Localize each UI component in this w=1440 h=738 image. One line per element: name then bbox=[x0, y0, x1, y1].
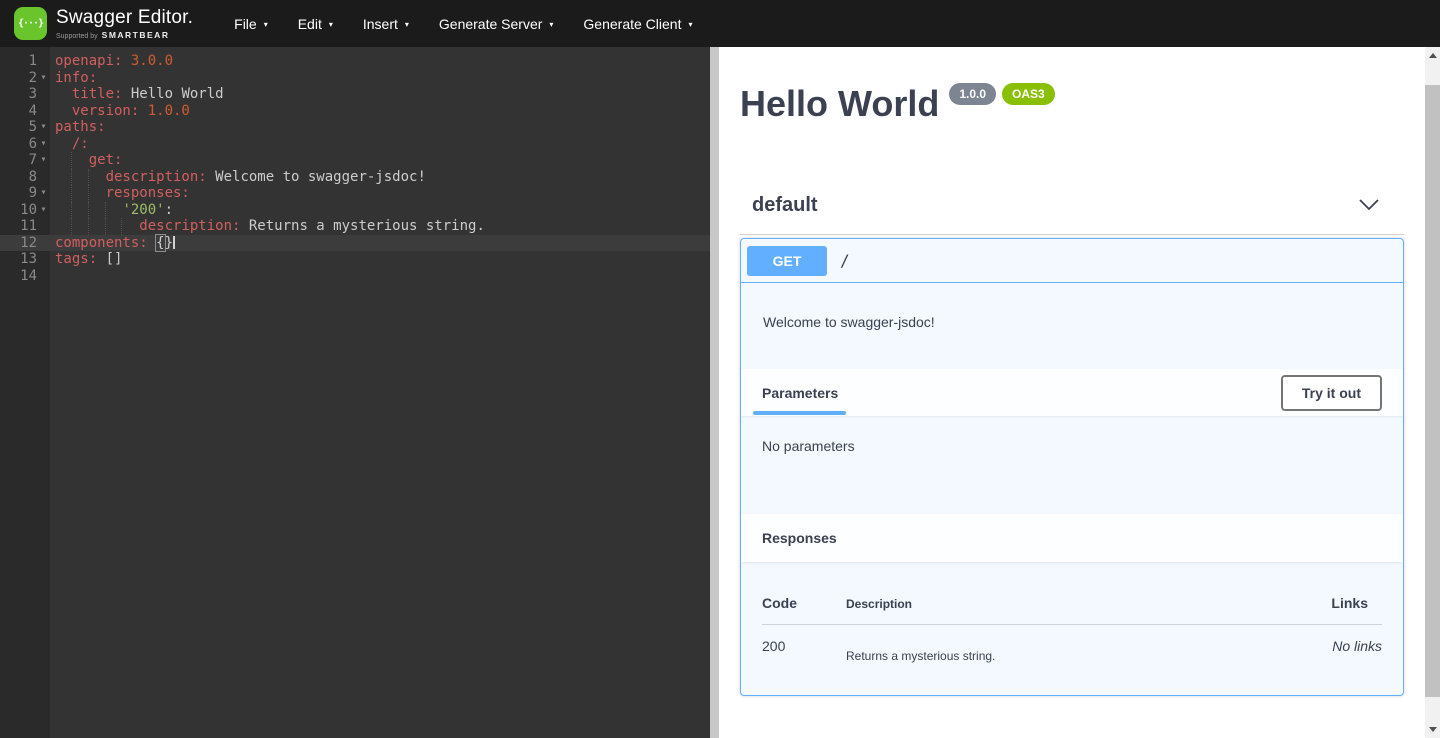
navbar: {···} Swagger Editor. Supported by SMART… bbox=[0, 0, 1440, 47]
preview-scrollbar[interactable] bbox=[1425, 47, 1440, 738]
chevron-down-icon[interactable] bbox=[1358, 198, 1380, 212]
code-line-11: 11 description: Returns a mysterious str… bbox=[0, 218, 710, 235]
operation-path: / bbox=[840, 251, 850, 270]
code-fold-icon[interactable]: ▾ bbox=[37, 185, 50, 202]
api-version-badge: 1.0.0 bbox=[949, 83, 996, 105]
responses-table-header: Code Description Links bbox=[762, 595, 1382, 611]
menu-label: Generate Server bbox=[439, 16, 543, 32]
gutter-line-number: 14 bbox=[0, 268, 50, 285]
code-line-10: 10▾ '200': bbox=[0, 202, 710, 219]
menu-label: Edit bbox=[298, 16, 322, 32]
gutter-line-number: 6▾ bbox=[0, 136, 50, 153]
response-description: Returns a mysterious string. bbox=[846, 625, 1252, 663]
menu-generate-client[interactable]: Generate Client ▾ bbox=[568, 0, 707, 47]
active-tab-underline bbox=[753, 411, 846, 415]
code-line-3: 3 title: Hello World bbox=[0, 86, 710, 103]
gutter-line-number: 9▾ bbox=[0, 185, 50, 202]
code-fold-icon[interactable]: ▾ bbox=[37, 136, 50, 153]
col-header-links: Links bbox=[1252, 595, 1382, 611]
code-line-1: 1openapi: 3.0.0 bbox=[0, 53, 710, 70]
brand-text: Swagger Editor. Supported by SMARTBEAR bbox=[56, 8, 193, 40]
menu-insert[interactable]: Insert ▾ bbox=[348, 0, 424, 47]
opblock-get: GET / Welcome to swagger-jsdoc! Paramete… bbox=[740, 238, 1404, 696]
code-line-4: 4 version: 1.0.0 bbox=[0, 103, 710, 120]
parameters-section-header: Parameters Try it out bbox=[741, 369, 1403, 416]
opblock-summary[interactable]: GET / bbox=[741, 239, 1403, 283]
scrollbar-up-arrow-icon[interactable] bbox=[1425, 47, 1440, 64]
code-line-6: 6▾ /: bbox=[0, 136, 710, 153]
api-title: Hello World bbox=[740, 85, 939, 123]
code-fold-icon[interactable]: ▾ bbox=[37, 152, 50, 169]
responses-section-header: Responses bbox=[741, 514, 1403, 562]
responses-title: Responses bbox=[762, 530, 837, 546]
col-header-code: Code bbox=[762, 595, 846, 611]
gutter-line-number: 11 bbox=[0, 218, 50, 235]
code-line-12: 12components: {} bbox=[0, 235, 710, 252]
code-line-9: 9▾ responses: bbox=[0, 185, 710, 202]
tag-section-header-default[interactable]: default bbox=[740, 193, 1404, 235]
code-line-7: 7▾ get: bbox=[0, 152, 710, 169]
menu-file[interactable]: File ▾ bbox=[219, 0, 283, 47]
scrollbar-down-arrow-icon[interactable] bbox=[1425, 721, 1440, 738]
code-line-5: 5▾paths: bbox=[0, 119, 710, 136]
menu-label: File bbox=[234, 16, 257, 32]
menu-caret-icon: ▾ bbox=[405, 20, 409, 29]
swagger-logo-icon: {···} bbox=[14, 7, 47, 40]
tab-parameters[interactable]: Parameters bbox=[762, 385, 838, 401]
tag-name: default bbox=[752, 193, 818, 217]
gutter-line-number: 13 bbox=[0, 251, 50, 268]
http-method-badge: GET bbox=[747, 246, 827, 276]
smartbear-label: SMARTBEAR bbox=[102, 30, 170, 40]
menu-caret-icon: ▾ bbox=[688, 20, 692, 29]
gutter-line-number: 4 bbox=[0, 103, 50, 120]
menu-bar: File▾Edit▾Insert▾Generate Server▾Generat… bbox=[219, 0, 707, 47]
try-it-out-button[interactable]: Try it out bbox=[1281, 375, 1382, 411]
code-line-14: 14 bbox=[0, 268, 710, 285]
menu-generate-server[interactable]: Generate Server ▾ bbox=[424, 0, 569, 47]
response-links: No links bbox=[1252, 625, 1382, 663]
operation-description: Welcome to swagger-jsdoc! bbox=[741, 283, 1403, 369]
menu-caret-icon: ▾ bbox=[264, 20, 268, 29]
code-fold-icon[interactable]: ▾ bbox=[37, 202, 50, 219]
responses-table: Code Description Links 200Returns a myst… bbox=[741, 562, 1403, 695]
col-header-description: Description bbox=[846, 595, 1252, 611]
menu-label: Generate Client bbox=[583, 16, 681, 32]
menu-caret-icon: ▾ bbox=[549, 20, 553, 29]
gutter-line-number: 7▾ bbox=[0, 152, 50, 169]
gutter-line-number: 3 bbox=[0, 86, 50, 103]
code-fold-icon[interactable]: ▾ bbox=[37, 119, 50, 136]
code-line-2: 2▾info: bbox=[0, 70, 710, 87]
gutter-line-number: 5▾ bbox=[0, 119, 50, 136]
response-row: 200Returns a mysterious string.No links bbox=[762, 625, 1382, 663]
code-line-13: 13tags: [] bbox=[0, 251, 710, 268]
gutter-line-number: 2▾ bbox=[0, 70, 50, 87]
swagger-ui-preview: Hello World 1.0.0 OAS3 default GET / Wel… bbox=[719, 47, 1425, 738]
menu-label: Insert bbox=[363, 16, 398, 32]
response-code: 200 bbox=[762, 625, 846, 663]
menu-edit[interactable]: Edit ▾ bbox=[283, 0, 348, 47]
parameters-body: No parameters bbox=[741, 416, 1403, 514]
gutter-line-number: 8 bbox=[0, 169, 50, 186]
oas3-badge: OAS3 bbox=[1002, 83, 1055, 105]
scrollbar-thumb[interactable] bbox=[1425, 85, 1440, 697]
gutter-line-number: 1 bbox=[0, 53, 50, 70]
swagger-editor-logo[interactable]: {···} Swagger Editor. Supported by SMART… bbox=[14, 7, 193, 40]
gutter-line-number: 10▾ bbox=[0, 202, 50, 219]
app-title: Swagger Editor. bbox=[56, 8, 193, 28]
menu-caret-icon: ▾ bbox=[329, 20, 333, 29]
code-fold-icon[interactable]: ▾ bbox=[37, 70, 50, 87]
api-title-row: Hello World 1.0.0 OAS3 bbox=[740, 85, 1404, 123]
yaml-editor[interactable]: 1openapi: 3.0.02▾info:3 title: Hello Wor… bbox=[0, 47, 710, 738]
pane-splitter[interactable] bbox=[710, 47, 719, 738]
supported-by-label: Supported by bbox=[56, 33, 98, 40]
gutter-line-number: 12 bbox=[0, 235, 50, 252]
code-line-8: 8 description: Welcome to swagger-jsdoc! bbox=[0, 169, 710, 186]
no-parameters-text: No parameters bbox=[762, 438, 1382, 454]
